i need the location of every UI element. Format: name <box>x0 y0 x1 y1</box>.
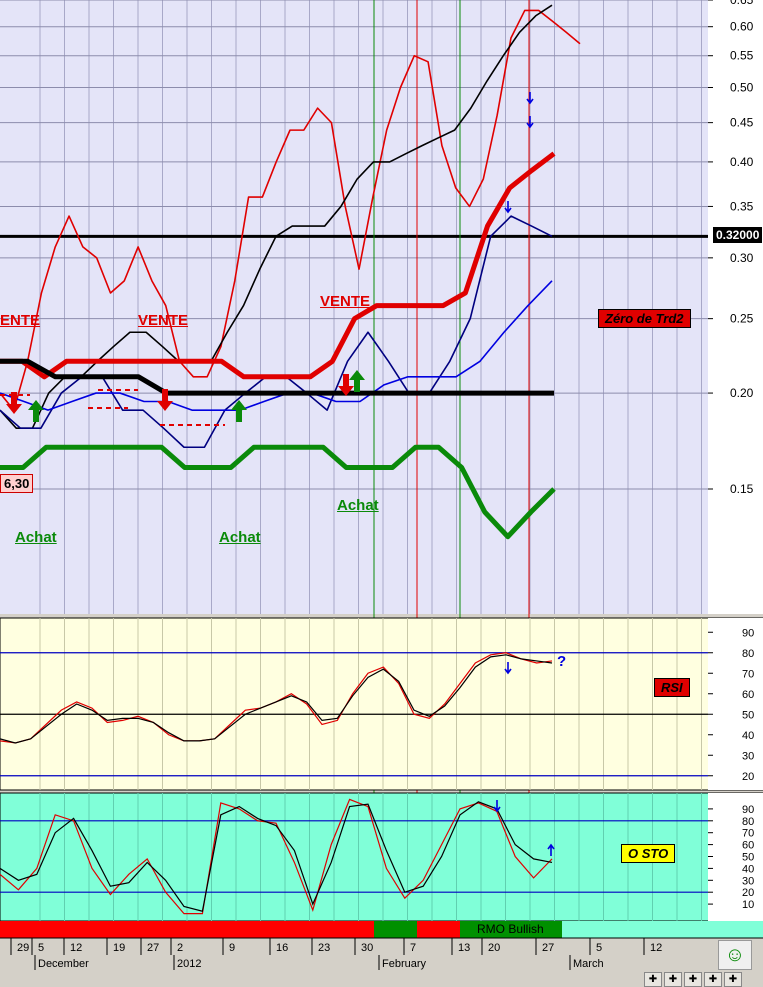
month-label: March <box>573 958 604 970</box>
y-tick-label: 20 <box>742 771 754 783</box>
y-tick-label: 0.20 <box>730 386 754 400</box>
x-tick-label: 9 <box>229 942 235 954</box>
buy-signal-label: Achat <box>219 529 261 546</box>
rmo-bullish-label: RMO Bullish <box>477 922 544 936</box>
x-tick-label: 30 <box>361 942 373 954</box>
y-tick-label: 60 <box>742 689 754 701</box>
y-tick-label: 0.50 <box>730 80 754 94</box>
arrow-shaft <box>343 374 349 388</box>
y-tick-label: 40 <box>742 863 754 875</box>
arrow-shaft <box>162 389 168 403</box>
y-tick-label: 40 <box>742 730 754 742</box>
y-tick-label: 70 <box>742 668 754 680</box>
indicator-label-trd2: Zéro de Trd2 <box>598 309 691 328</box>
sell-signal-label: VENTE <box>138 312 189 329</box>
y-tick-label: 70 <box>742 828 754 840</box>
value-tag: 6,30 <box>0 474 34 493</box>
sell-signal-label: VENTE <box>320 293 371 310</box>
x-tick-label: 12 <box>650 942 662 954</box>
nav-button[interactable]: ✚ <box>724 972 742 987</box>
nav-button[interactable]: ✚ <box>704 972 722 987</box>
y-tick-label: 0.65 <box>730 0 754 7</box>
question-mark: ? <box>557 653 567 670</box>
sto-axis-bg <box>708 793 763 921</box>
rsi-axis-bg <box>708 618 763 790</box>
arrow-shaft <box>354 378 360 392</box>
signal-bar-red <box>417 921 460 938</box>
indicator-label-osto: O STO <box>621 844 676 863</box>
x-tick-label: 5 <box>38 942 44 954</box>
signal-bar-green <box>374 921 417 938</box>
x-tick-label: 27 <box>542 942 554 954</box>
month-label: February <box>382 958 427 970</box>
y-tick-label: 0.45 <box>730 116 754 130</box>
x-tick-label: 27 <box>147 942 159 954</box>
y-tick-label: 80 <box>742 648 754 660</box>
buy-signal-label: Achat <box>15 529 57 546</box>
signal-bar-red <box>0 921 374 938</box>
price-level-label: 0.32000 <box>712 226 763 244</box>
nav-button[interactable]: ✚ <box>664 972 682 987</box>
y-tick-label: 10 <box>742 899 754 911</box>
y-tick-label: 0.15 <box>730 482 754 496</box>
y-tick-label: 0.40 <box>730 155 754 169</box>
y-tick-label: 50 <box>742 852 754 864</box>
x-tick-label: 5 <box>596 942 602 954</box>
y-tick-label: 30 <box>742 875 754 887</box>
y-tick-label: 60 <box>742 840 754 852</box>
y-tick-label: 80 <box>742 816 754 828</box>
y-tick-label: 0.60 <box>730 20 754 34</box>
x-tick-label: 2 <box>177 942 183 954</box>
nav-button[interactable]: ✚ <box>644 972 662 987</box>
x-tick-label: 20 <box>488 942 500 954</box>
x-tick-label: 13 <box>458 942 470 954</box>
x-tick-label: 7 <box>410 942 416 954</box>
nav-button[interactable]: ✚ <box>684 972 702 987</box>
indicator-label-rsi: RSI <box>654 678 690 697</box>
buy-signal-label: Achat <box>337 497 379 514</box>
month-label: December <box>38 958 89 970</box>
arrow-shaft <box>33 408 39 422</box>
y-tick-label: 0.25 <box>730 312 754 326</box>
x-tick-label: 16 <box>276 942 288 954</box>
x-tick-label: 23 <box>318 942 330 954</box>
y-tick-label: 20 <box>742 887 754 899</box>
x-tick-label: 29 <box>17 942 29 954</box>
x-tick-label: 12 <box>70 942 82 954</box>
smiley-icon[interactable]: ☺ <box>718 940 752 970</box>
x-tick-label: 19 <box>113 942 125 954</box>
y-tick-label: 0.55 <box>730 49 754 63</box>
rsi-panel-bg <box>0 617 763 791</box>
y-tick-label: 0.30 <box>730 251 754 265</box>
y-tick-label: 0.35 <box>730 199 754 213</box>
y-tick-label: 90 <box>742 627 754 639</box>
month-label: 2012 <box>177 958 201 970</box>
arrow-shaft <box>236 408 242 422</box>
y-tick-label: 90 <box>742 804 754 816</box>
y-tick-label: 50 <box>742 709 754 721</box>
y-tick-label: 30 <box>742 750 754 762</box>
chart-canvas: 0.65 0.60 0.55 0.50 0.45 0.40 0.35 0.30 0.25 0.20… <box>0 0 763 982</box>
sell-signal-label: ENTE <box>0 312 41 329</box>
